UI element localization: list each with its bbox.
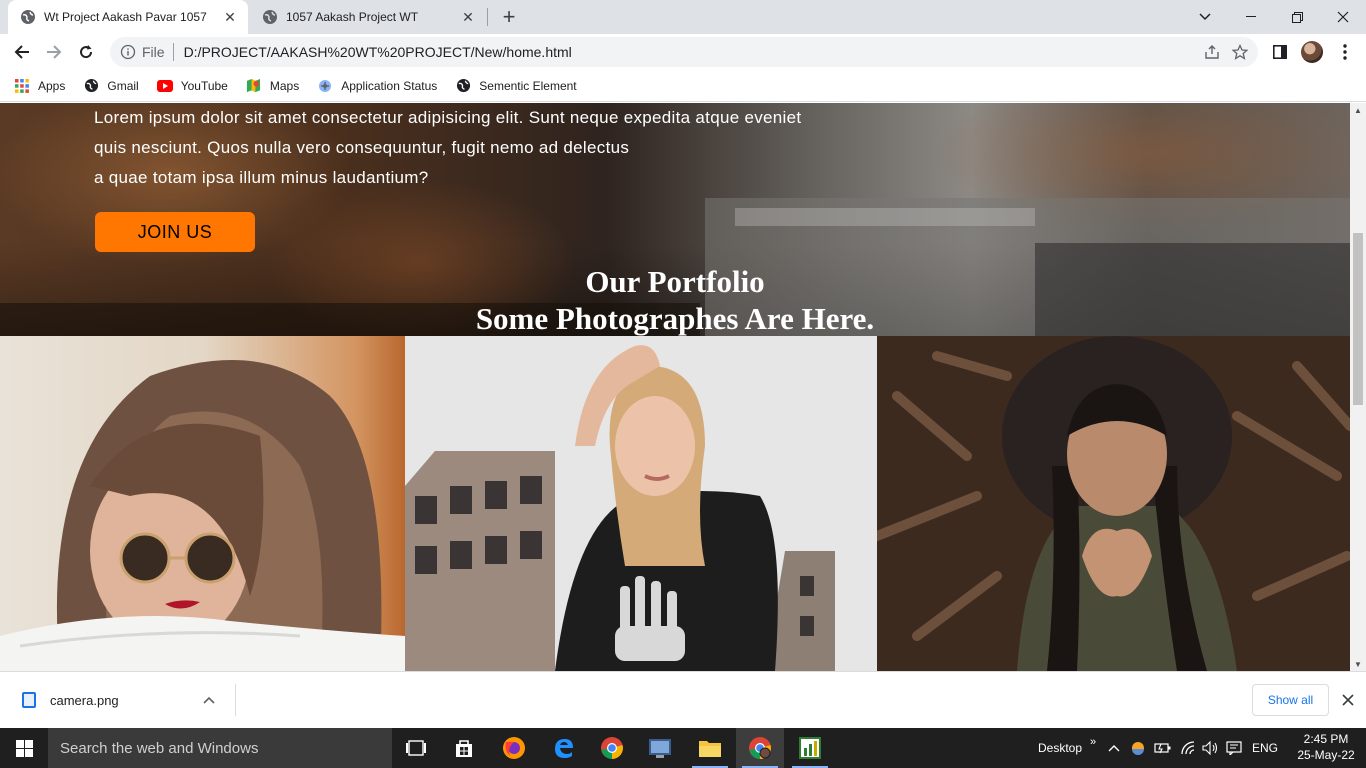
apps-grid-icon: [14, 78, 30, 94]
tab-wt-project[interactable]: Wt Project Aakash Pavar 1057 ✕: [8, 0, 248, 34]
youtube-icon: [156, 78, 173, 94]
tab-1057-aakash[interactable]: 1057 Aakash Project WT ✕: [250, 0, 486, 34]
tab-title: 1057 Aakash Project WT: [286, 10, 419, 24]
globe-icon: [455, 78, 471, 94]
clock-time: 2:45 PM: [1303, 732, 1349, 746]
menu-kebab-icon[interactable]: [1331, 38, 1359, 66]
back-button[interactable]: [8, 38, 36, 66]
image-file-icon: [22, 692, 36, 708]
browser-toolbar: File D:/PROJECT/AAKASH%20WT%20PROJECT/Ne…: [0, 34, 1366, 70]
clock-date: 25-May-22: [1297, 748, 1355, 762]
bookmark-label: YouTube: [180, 78, 228, 93]
url-scheme-label: File: [142, 44, 165, 60]
portfolio-photo-2[interactable]: [405, 336, 877, 671]
scroll-down-arrow-icon[interactable]: ▼: [1350, 657, 1366, 671]
restore-button[interactable]: [1274, 0, 1320, 34]
bookmark-application-status[interactable]: Application Status: [317, 78, 437, 94]
scroll-up-arrow-icon[interactable]: ▲: [1350, 103, 1366, 117]
address-bar[interactable]: File D:/PROJECT/AAKASH%20WT%20PROJECT/Ne…: [110, 37, 1258, 67]
edge-icon[interactable]: [540, 728, 588, 768]
maps-icon: [246, 78, 262, 94]
bookmark-label: Apps: [38, 78, 66, 93]
hero-paragraph: Lorem ipsum dolor sit amet consectetur a…: [94, 103, 854, 193]
share-icon[interactable]: [1198, 38, 1226, 66]
notifications-icon[interactable]: [1226, 728, 1242, 768]
download-filename: camera.png: [50, 692, 119, 708]
globe-icon: [20, 9, 36, 25]
language-indicator[interactable]: ENG: [1252, 728, 1278, 768]
hero-line: a quae totam ipsa illum minus laudantium…: [94, 168, 429, 187]
side-panel-icon[interactable]: [1266, 38, 1294, 66]
chevron-up-icon[interactable]: [199, 696, 219, 704]
globe-icon: [262, 9, 278, 25]
show-all-button[interactable]: Show all: [1252, 684, 1329, 716]
bookmark-label: Gmail: [107, 78, 139, 93]
portfolio-title: Our Portfolio: [585, 264, 765, 299]
background-building-ledge: [735, 208, 1035, 226]
language-label: ENG: [1252, 741, 1279, 755]
file-explorer-icon[interactable]: [686, 728, 734, 768]
minimize-button[interactable]: [1228, 0, 1274, 34]
taskbar-clock[interactable]: 2:45 PM 25-May-22: [1290, 731, 1362, 763]
close-icon[interactable]: [1338, 690, 1358, 710]
tab-title: Wt Project Aakash Pavar 1057: [44, 10, 207, 24]
desktop-label: Desktop: [1038, 741, 1083, 755]
tab-separator: [487, 8, 488, 26]
wifi-icon[interactable]: [1180, 728, 1196, 768]
bookmark-star-icon[interactable]: [1226, 38, 1254, 66]
bookmark-youtube[interactable]: YouTube: [156, 78, 228, 94]
portfolio-photo-1[interactable]: [0, 336, 405, 671]
bookmark-label: Application Status: [341, 78, 438, 93]
chrome-icon[interactable]: [588, 728, 636, 768]
windows-start-button[interactable]: [0, 728, 48, 768]
page-scrollbar[interactable]: ▲ ▼: [1350, 103, 1366, 671]
taskbar-search-placeholder: Search the web and Windows: [60, 739, 259, 757]
show-hidden-icons-icon[interactable]: [1108, 728, 1120, 768]
portfolio-subtitle: Some Photographes Are Here.: [475, 301, 875, 336]
battery-icon[interactable]: [1154, 728, 1172, 768]
store-icon[interactable]: [440, 728, 488, 768]
weather-icon[interactable]: [1130, 728, 1146, 768]
close-icon[interactable]: ✕: [458, 7, 478, 27]
portfolio-photo-3[interactable]: [877, 336, 1350, 671]
hero-line: Lorem ipsum dolor sit amet consectetur a…: [94, 108, 802, 127]
firefox-icon[interactable]: [490, 728, 538, 768]
taskbar-search-box[interactable]: Search the web and Windows: [48, 728, 392, 768]
bookmark-gmail[interactable]: Gmail: [83, 78, 139, 94]
tab-search-chevron-icon[interactable]: [1182, 0, 1228, 34]
hero-section: Lorem ipsum dolor sit amet consectetur a…: [0, 103, 1350, 338]
globe-icon: [83, 78, 99, 94]
page-viewport: Lorem ipsum dolor sit amet consectetur a…: [0, 103, 1350, 671]
scrollbar-thumb[interactable]: [1353, 233, 1363, 405]
url-text[interactable]: D:/PROJECT/AAKASH%20WT%20PROJECT/New/hom…: [184, 44, 1198, 60]
tab-strip: Wt Project Aakash Pavar 1057 ✕ 1057 Aaka…: [0, 0, 1366, 34]
volume-icon[interactable]: [1202, 728, 1220, 768]
task-view-icon[interactable]: [392, 728, 440, 768]
bookmark-label: Sementic Element: [479, 78, 577, 93]
close-window-button[interactable]: [1320, 0, 1366, 34]
forward-button[interactable]: [40, 38, 68, 66]
application-status-icon: [317, 78, 333, 94]
close-icon[interactable]: ✕: [220, 7, 240, 27]
download-item[interactable]: camera.png: [14, 684, 236, 716]
divider: [172, 43, 174, 61]
bookmark-sementic-element[interactable]: Sementic Element: [455, 78, 577, 94]
windows-taskbar: Search the web and Windows Desktop » ENG…: [0, 728, 1366, 768]
join-us-button[interactable]: JOIN US: [95, 212, 255, 252]
profile-avatar[interactable]: [1298, 38, 1326, 66]
spreadsheet-app-icon[interactable]: [786, 728, 834, 768]
bookmark-label: Maps: [269, 78, 300, 93]
bookmark-maps[interactable]: Maps: [246, 78, 299, 94]
info-icon[interactable]: [120, 44, 136, 60]
sql-developer-icon[interactable]: [636, 728, 684, 768]
new-tab-button[interactable]: +: [497, 4, 521, 29]
double-chevron-icon: »: [1090, 736, 1097, 748]
bookmark-apps[interactable]: Apps: [14, 78, 65, 94]
reload-button[interactable]: [72, 38, 100, 66]
chrome-running-icon[interactable]: [736, 728, 784, 768]
bookmarks-bar: Apps Gmail YouTube Maps Application Stat…: [0, 70, 1366, 102]
download-bar: camera.png Show all: [0, 671, 1366, 728]
desktop-toolbar-label[interactable]: Desktop »: [1038, 728, 1096, 768]
hero-line: quis nesciunt. Quos nulla vero consequun…: [94, 138, 630, 157]
